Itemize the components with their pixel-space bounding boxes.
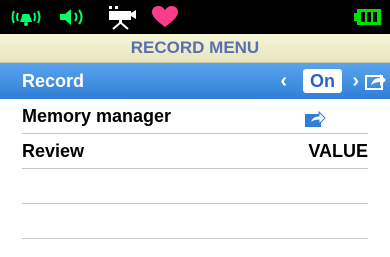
camera-icon <box>107 0 139 34</box>
speaker-icon <box>58 0 88 34</box>
menu-title: RECORD MENU <box>0 34 390 63</box>
record-value[interactable]: On <box>303 69 342 93</box>
menu-item-review[interactable]: Review VALUE <box>22 134 368 169</box>
battery-icon <box>354 0 382 34</box>
menu-item-label: Record <box>22 71 85 91</box>
menu-item-memory-manager[interactable]: Memory manager <box>22 99 368 134</box>
chevron-right-icon[interactable]: › <box>352 63 359 99</box>
menu-item-label: Memory manager <box>22 106 172 126</box>
menu-item-label: Review <box>22 141 85 161</box>
chevron-left-icon[interactable]: ‹ <box>280 63 287 99</box>
empty-row <box>22 204 368 239</box>
empty-row <box>22 169 368 204</box>
menu-item-record[interactable]: Record ‹ On › <box>0 63 390 99</box>
review-value: VALUE <box>308 141 368 161</box>
status-bar <box>0 0 390 34</box>
heart-icon <box>152 0 178 34</box>
share-icon[interactable] <box>365 71 387 96</box>
notification-sound-icon <box>10 0 46 34</box>
